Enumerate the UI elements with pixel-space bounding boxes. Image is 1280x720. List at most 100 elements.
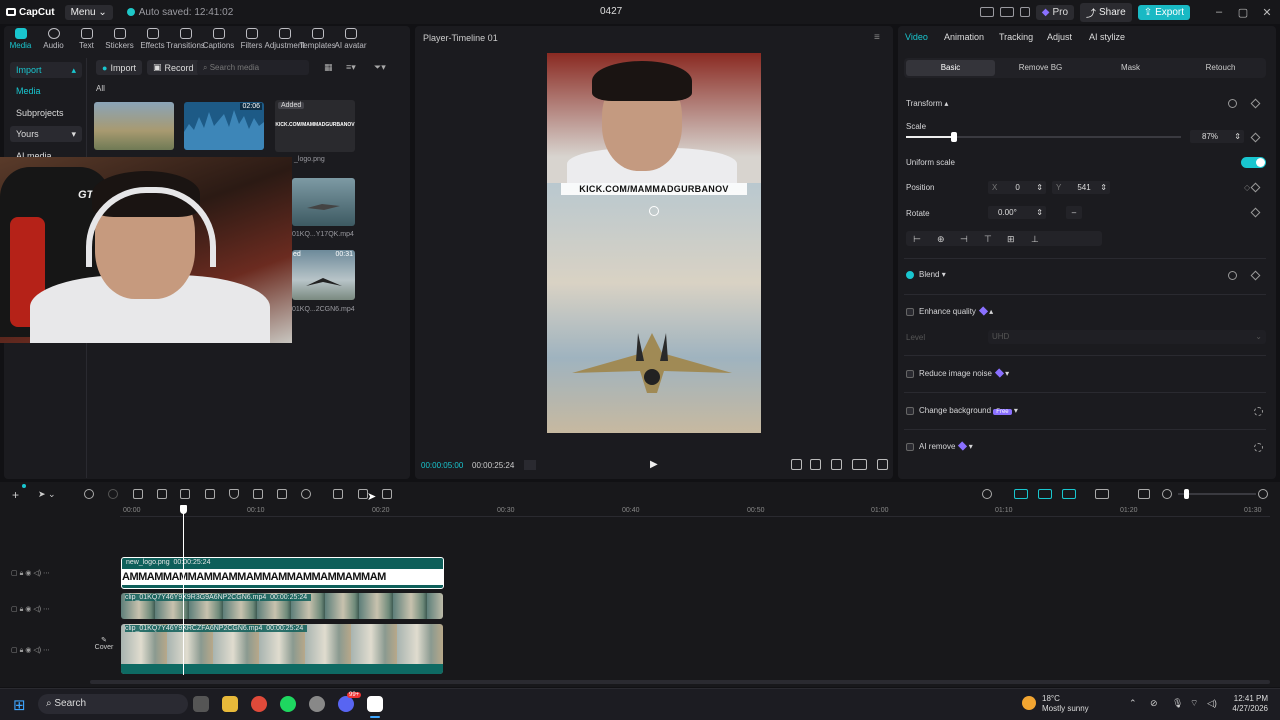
tray-chevron-icon[interactable]: ⌃	[1129, 698, 1137, 709]
fullscreen-icon[interactable]	[877, 459, 888, 470]
track-visible-icon[interactable]: ▢	[11, 606, 18, 613]
filter-all[interactable]: All	[96, 84, 105, 93]
eye-icon[interactable]: ◉	[25, 647, 31, 654]
maximize-icon[interactable]: ▢	[1234, 6, 1252, 19]
task-view-icon[interactable]	[193, 696, 209, 712]
stepper-icon[interactable]: ⇕	[1036, 206, 1046, 219]
nav-yours[interactable]: Yours ▾	[10, 126, 82, 142]
tab-animation[interactable]: Animation	[944, 32, 984, 42]
change-background-checkbox[interactable]	[906, 407, 914, 415]
stepper-icon[interactable]: ⇕	[1234, 130, 1244, 143]
sort-icon[interactable]: ≡▾	[346, 62, 356, 73]
mirror-icon[interactable]	[277, 489, 287, 499]
lock-icon[interactable]: 🔒︎	[20, 570, 24, 577]
align-right-icon[interactable]: ⊣	[960, 234, 968, 245]
timeline-scrollbar[interactable]	[90, 680, 1270, 684]
obs-icon[interactable]	[309, 696, 325, 712]
split-right-icon[interactable]	[180, 489, 190, 499]
freeze-icon[interactable]	[333, 489, 343, 499]
align-top-icon[interactable]: ⊤	[984, 234, 992, 245]
track-visible-icon[interactable]: ▢	[11, 647, 18, 654]
rotate-field[interactable]: 0.00° ⇕	[988, 206, 1046, 219]
network-icon[interactable]: ⌔	[1190, 698, 1198, 709]
tool-ai-avatar[interactable]: AI avatar	[334, 28, 367, 50]
ratio-icon[interactable]	[810, 459, 821, 470]
nav-media[interactable]: Media	[10, 83, 82, 99]
chrome-icon[interactable]	[251, 696, 267, 712]
pro-button[interactable]: ◆ Pro	[1035, 4, 1075, 20]
windows-start-icon[interactable]: ⊞	[13, 696, 26, 714]
more-icon[interactable]: ⋯	[43, 606, 50, 613]
uniform-scale-toggle[interactable]	[1241, 157, 1266, 168]
link-icon[interactable]	[1014, 489, 1028, 499]
media-thumb-logo[interactable]: Added KICK.COM/MAMMADGURBANOV	[275, 100, 355, 152]
rotate-tool-icon[interactable]	[301, 489, 311, 499]
player-menu-icon[interactable]: ≡	[874, 32, 880, 43]
video-preview[interactable]: KICK.COM/MAMMADGURBANOV	[547, 53, 761, 433]
shield-icon[interactable]	[229, 489, 239, 499]
media-thumb-clip1[interactable]	[292, 178, 355, 226]
shortcut-icon[interactable]	[1019, 7, 1030, 17]
position-x-field[interactable]: X 0 ⇕	[988, 181, 1046, 194]
export-button[interactable]: ⇪ Export	[1137, 4, 1190, 20]
reduce-noise-checkbox[interactable]	[906, 370, 914, 378]
rotate-dial[interactable]: –	[1066, 206, 1082, 219]
subtab-mask[interactable]: Mask	[1086, 60, 1175, 76]
layout-icon[interactable]	[979, 7, 994, 17]
eye-icon[interactable]: ◉	[25, 606, 31, 613]
clip-webcam[interactable]: clip_01KQ7Y46Y9X9R3G9A6NP2CGN6.mp4 00:00…	[121, 593, 443, 619]
taskbar-search[interactable]: ⌕ Search	[38, 694, 188, 714]
spotify-icon[interactable]	[280, 696, 296, 712]
close-icon[interactable]: ✕	[1258, 6, 1276, 19]
cover-button[interactable]: ✎ Cover	[91, 636, 117, 664]
snapshot-icon[interactable]	[831, 459, 842, 470]
zoom-in-icon[interactable]	[1258, 489, 1268, 499]
microphone-icon[interactable]	[982, 489, 992, 499]
tab-ai-stylize[interactable]: AI stylize	[1089, 32, 1125, 42]
nav-import[interactable]: Import ▴	[10, 62, 82, 78]
ai-tool-icon[interactable]	[382, 489, 392, 499]
reset-icon[interactable]	[1228, 271, 1237, 280]
media-thumb-game[interactable]	[94, 102, 174, 150]
play-icon[interactable]: ▶	[650, 459, 658, 470]
split-icon[interactable]	[133, 489, 143, 499]
filter-icon[interactable]: ⏷▾	[374, 62, 386, 73]
clip-logo[interactable]: new_logo.png 00:00:25:24 AMMAMMAMMAMMAMM…	[121, 557, 444, 589]
nav-subprojects[interactable]: Subprojects	[10, 105, 82, 121]
blend-section[interactable]: Blend ▾	[919, 270, 946, 279]
playhead[interactable]	[183, 505, 184, 675]
align-middle-icon[interactable]: ⊞	[1007, 234, 1015, 245]
audio-icon[interactable]: ◁)	[33, 647, 41, 654]
zoom-out-icon[interactable]	[1162, 489, 1172, 499]
magnet-icon[interactable]	[1038, 489, 1052, 499]
file-explorer-icon[interactable]	[222, 696, 238, 712]
redo-icon[interactable]	[108, 489, 118, 499]
level-select[interactable]: UHD ⌄	[988, 330, 1266, 344]
transform-section[interactable]: Transform ▴	[906, 99, 948, 108]
import-button[interactable]: ● Import	[96, 60, 142, 75]
snap-icon[interactable]	[1062, 489, 1076, 499]
tool-transitions[interactable]: Transitions	[166, 28, 205, 50]
ai-remove-checkbox[interactable]	[906, 443, 914, 451]
minimize-icon[interactable]: –	[1210, 6, 1228, 18]
more-icon[interactable]: ⋯	[43, 647, 50, 654]
tool-audio[interactable]: Audio	[37, 28, 70, 50]
keyboard-icon[interactable]	[999, 7, 1014, 17]
stepper-icon[interactable]: ⇕	[1100, 181, 1110, 194]
align-bottom-icon[interactable]: ⊥	[1031, 234, 1039, 245]
delete-icon[interactable]	[205, 489, 215, 499]
record-button[interactable]: ▣ Record	[147, 60, 200, 75]
tab-tracking[interactable]: Tracking	[999, 32, 1033, 42]
media-thumb-clip2[interactable]: ed 00:31	[292, 250, 355, 300]
select-tool-icon[interactable]: ➤ ⌄	[38, 489, 56, 500]
media-thumb-audio[interactable]: 02:06	[184, 102, 264, 150]
playhead-handle[interactable]	[180, 505, 187, 514]
overlay-banner[interactable]: KICK.COM/MAMMADGURBANOV	[561, 183, 747, 195]
tool-media[interactable]: Media	[4, 28, 37, 50]
tool-text[interactable]: Text	[70, 28, 103, 50]
add-track-icon[interactable]: +	[12, 488, 19, 502]
volume-icon[interactable]: ◁)	[1207, 698, 1217, 709]
eye-icon[interactable]: ◉	[25, 570, 31, 577]
tool-templates[interactable]: Templates	[299, 28, 336, 50]
track-visible-icon[interactable]: ▢	[11, 570, 18, 577]
